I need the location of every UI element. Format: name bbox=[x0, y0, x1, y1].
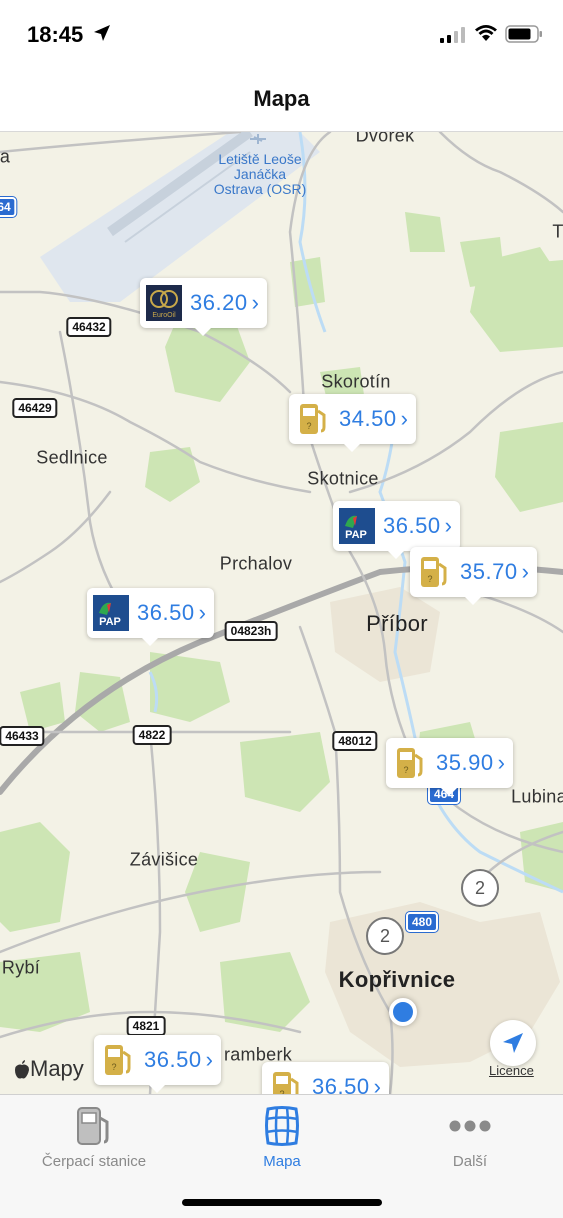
station-marker-pap-oil[interactable]: PAP 36.50 › bbox=[333, 501, 460, 559]
chevron-right-icon: › bbox=[521, 559, 529, 584]
station-price: 36.50 bbox=[383, 513, 441, 538]
pump-icon: ? bbox=[421, 557, 447, 587]
locate-me-button[interactable] bbox=[490, 1020, 536, 1066]
wifi-icon bbox=[475, 25, 497, 41]
station-price: 34.50 bbox=[339, 406, 397, 431]
place-prchalov: Prchalov bbox=[219, 553, 293, 574]
station-marker-pump[interactable]: ? 35.70 › bbox=[410, 547, 537, 605]
road-shield-64: 64 bbox=[0, 197, 17, 217]
road-shield-4821: 4821 bbox=[126, 1016, 166, 1036]
cluster-marker[interactable]: 2 bbox=[461, 869, 499, 907]
airport-label: Letiště Leoše Janáčka Ostrava (OSR) bbox=[213, 151, 307, 197]
fuel-station-icon bbox=[77, 1107, 109, 1145]
svg-text:?: ? bbox=[403, 765, 408, 775]
station-marker-pump[interactable]: ? 36.50 › bbox=[262, 1062, 389, 1094]
apple-logo-icon bbox=[15, 1059, 29, 1078]
battery-icon bbox=[505, 25, 542, 43]
page-title: Mapa bbox=[253, 86, 310, 111]
licence-link[interactable]: Licence bbox=[489, 1063, 534, 1078]
station-price: 35.90 bbox=[436, 750, 494, 775]
tab-label: Mapa bbox=[263, 1153, 301, 1170]
station-marker-eurooil[interactable]: EuroOil 36.20 › bbox=[140, 278, 267, 336]
tab-map[interactable]: Mapa bbox=[188, 1103, 376, 1170]
place-pribor: Příbor bbox=[366, 611, 428, 636]
svg-text:?: ? bbox=[427, 574, 432, 584]
svg-text:?: ? bbox=[111, 1062, 116, 1072]
svg-text:PAP: PAP bbox=[99, 616, 121, 628]
mapy-attribution: Mapy bbox=[14, 1056, 84, 1082]
place-rybi: Rybí bbox=[1, 957, 41, 978]
map-grid-icon bbox=[265, 1106, 299, 1146]
pump-icon: ? bbox=[105, 1045, 131, 1075]
station-marker-pap-oil[interactable]: PAP 36.50 › bbox=[87, 588, 214, 646]
chevron-right-icon: › bbox=[444, 513, 452, 538]
road-shield-46429: 46429 bbox=[12, 398, 58, 418]
station-price: 36.50 bbox=[144, 1047, 202, 1072]
station-price: 36.50 bbox=[312, 1074, 370, 1094]
station-marker-pump[interactable]: ? 34.50 › bbox=[289, 394, 416, 452]
status-time: 18:45 bbox=[27, 22, 84, 47]
pap-oil-logo: PAP bbox=[339, 508, 375, 544]
place-sedlnice: Sedlnice bbox=[36, 447, 108, 468]
place-zavisice: Závišice bbox=[129, 849, 199, 870]
more-dots-icon bbox=[449, 1120, 491, 1132]
airplane-icon bbox=[250, 134, 266, 144]
station-marker-pump[interactable]: ? 36.50 › bbox=[94, 1035, 221, 1093]
home-indicator bbox=[182, 1199, 382, 1206]
road-shield-04823h: 04823h bbox=[224, 621, 278, 641]
navigation-bar: Mapa bbox=[0, 70, 563, 132]
station-price: 36.20 bbox=[190, 290, 248, 315]
place-edge-a: a bbox=[0, 146, 11, 167]
place-lubina: Lubina bbox=[511, 786, 563, 807]
tab-label: Další bbox=[452, 1153, 488, 1170]
road-shield-4822: 4822 bbox=[132, 725, 172, 745]
place-skorotin: Skorotín bbox=[321, 371, 391, 392]
location-arrow-icon bbox=[503, 1033, 523, 1053]
road-shield-46433: 46433 bbox=[0, 726, 45, 746]
chevron-right-icon: › bbox=[205, 1047, 213, 1072]
station-price: 35.70 bbox=[460, 559, 518, 584]
road-shield-480: 480 bbox=[405, 912, 439, 932]
pap-oil-logo: PAP bbox=[93, 595, 129, 631]
pump-icon: ? bbox=[397, 748, 423, 778]
chevron-right-icon: › bbox=[373, 1074, 381, 1094]
map-view[interactable]: Letiště Leoše Janáčka Ostrava (OSR) Dvor… bbox=[0, 132, 563, 1094]
svg-text:EuroOil: EuroOil bbox=[152, 312, 176, 319]
chevron-right-icon: › bbox=[400, 406, 408, 431]
svg-text:?: ? bbox=[306, 421, 311, 431]
road-shield-46432: 46432 bbox=[66, 317, 112, 337]
station-marker-pump[interactable]: ? 35.90 › bbox=[386, 738, 513, 796]
pump-icon: ? bbox=[273, 1072, 299, 1094]
cellular-signal-icon bbox=[440, 27, 465, 43]
location-arrow-icon bbox=[94, 25, 110, 41]
place-koprivnice: Kopřivnice bbox=[338, 967, 456, 992]
station-price: 36.50 bbox=[137, 600, 195, 625]
eurooil-logo: EuroOil bbox=[146, 285, 182, 321]
tab-bar: Čerpací stanice Mapa Další bbox=[0, 1094, 563, 1218]
map-base-layer bbox=[0, 132, 563, 1094]
user-location-dot bbox=[389, 998, 417, 1026]
tab-fuel-stations[interactable]: Čerpací stanice bbox=[0, 1103, 188, 1170]
cluster-marker[interactable]: 2 bbox=[366, 917, 404, 955]
status-bar: 18:45 bbox=[0, 0, 563, 70]
svg-text:PAP: PAP bbox=[345, 529, 367, 541]
tab-more[interactable]: Další bbox=[376, 1103, 563, 1170]
chevron-right-icon: › bbox=[497, 750, 505, 775]
urban-areas bbox=[325, 587, 560, 1067]
place-skotnice: Skotnice bbox=[307, 468, 379, 489]
road-shield-48012: 48012 bbox=[332, 731, 378, 751]
place-edge-t: T bbox=[552, 221, 563, 242]
chevron-right-icon: › bbox=[198, 600, 206, 625]
pump-icon: ? bbox=[300, 404, 326, 434]
chevron-right-icon: › bbox=[251, 290, 259, 315]
tab-label: Čerpací stanice bbox=[41, 1153, 147, 1170]
place-dvorek: Dvorek bbox=[355, 132, 415, 146]
